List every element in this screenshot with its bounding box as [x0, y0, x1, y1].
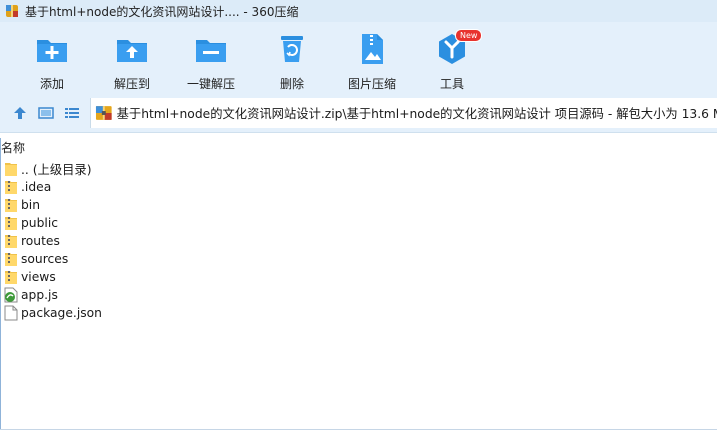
- folder-icon: [5, 163, 17, 176]
- file-name: public: [21, 216, 58, 230]
- add-icon: [37, 40, 67, 62]
- delete-button[interactable]: 删除: [252, 28, 332, 92]
- file-name: bin: [21, 198, 41, 212]
- add-button[interactable]: 添加: [12, 28, 92, 92]
- file-name: .. (上级目录): [21, 163, 92, 177]
- list-item[interactable]: app.js: [0, 286, 717, 304]
- extract-to-icon: [117, 40, 147, 62]
- add-label: 添加: [39, 77, 64, 91]
- zipped-folder-icon: [5, 217, 17, 230]
- file-name: package.json: [21, 306, 102, 320]
- zipped-folder-icon: [5, 271, 17, 284]
- image-compress-icon: [362, 34, 383, 64]
- file-name: routes: [21, 234, 60, 248]
- path-text: 基于html+node的文化资讯网站设计.zip\基于html+node的文化资…: [116, 107, 717, 121]
- file-name: .idea: [21, 180, 52, 194]
- zipped-folder-icon: [5, 199, 17, 212]
- delete-icon: [281, 36, 303, 62]
- zipped-folder-icon: [5, 235, 17, 248]
- title-bar: 基于html+node的文化资讯网站设计.... - 360压缩: [0, 0, 717, 22]
- address-bar: 基于html+node的文化资讯网站设计.zip\基于html+node的文化资…: [0, 94, 717, 133]
- list-item[interactable]: bin: [0, 196, 717, 214]
- image-compress-button[interactable]: 图片压缩: [332, 28, 412, 92]
- tools-button[interactable]: 工具 New: [412, 28, 492, 92]
- file-list: .. (上级目录) .idea bin public routes source…: [0, 160, 717, 322]
- path-field[interactable]: 基于html+node的文化资讯网站设计.zip\基于html+node的文化资…: [90, 98, 717, 128]
- tools-label: 工具: [439, 77, 464, 91]
- list-item[interactable]: package.json: [0, 304, 717, 322]
- one-click-extract-button[interactable]: 一键解压: [171, 28, 251, 92]
- list-item[interactable]: public: [0, 214, 717, 232]
- list-item[interactable]: sources: [0, 250, 717, 268]
- javascript-file-icon: [4, 287, 18, 303]
- extract-to-label: 解压到: [113, 77, 150, 91]
- list-item[interactable]: views: [0, 268, 717, 286]
- zipped-folder-icon: [5, 253, 17, 266]
- list-item[interactable]: .idea: [0, 178, 717, 196]
- list-item[interactable]: routes: [0, 232, 717, 250]
- delete-label: 删除: [279, 77, 304, 91]
- file-name: sources: [21, 252, 69, 266]
- list-item[interactable]: .. (上级目录): [0, 160, 717, 178]
- toolbar: 添加 解压到 一键解压 删除 图片压缩 工具 New: [0, 22, 717, 94]
- archive-icon: [95, 106, 112, 120]
- name-column-header[interactable]: 名称: [1, 139, 25, 156]
- view-thumbnail-icon[interactable]: [38, 106, 54, 120]
- extract-to-button[interactable]: 解压到: [92, 28, 172, 92]
- column-header: 名称: [0, 138, 717, 156]
- app-logo-icon: [6, 5, 18, 17]
- window-title: 基于html+node的文化资讯网站设计.... - 360压缩: [25, 4, 299, 19]
- new-badge: New: [455, 29, 483, 42]
- zipped-folder-icon: [5, 181, 17, 194]
- one-click-extract-icon: [196, 40, 226, 62]
- file-name: views: [21, 270, 56, 284]
- view-list-icon[interactable]: [64, 106, 80, 120]
- file-name: app.js: [21, 288, 58, 302]
- one-click-extract-label: 一键解压: [186, 77, 235, 91]
- up-arrow-icon[interactable]: [12, 106, 28, 120]
- file-icon: [4, 305, 18, 321]
- image-compress-label: 图片压缩: [347, 77, 396, 91]
